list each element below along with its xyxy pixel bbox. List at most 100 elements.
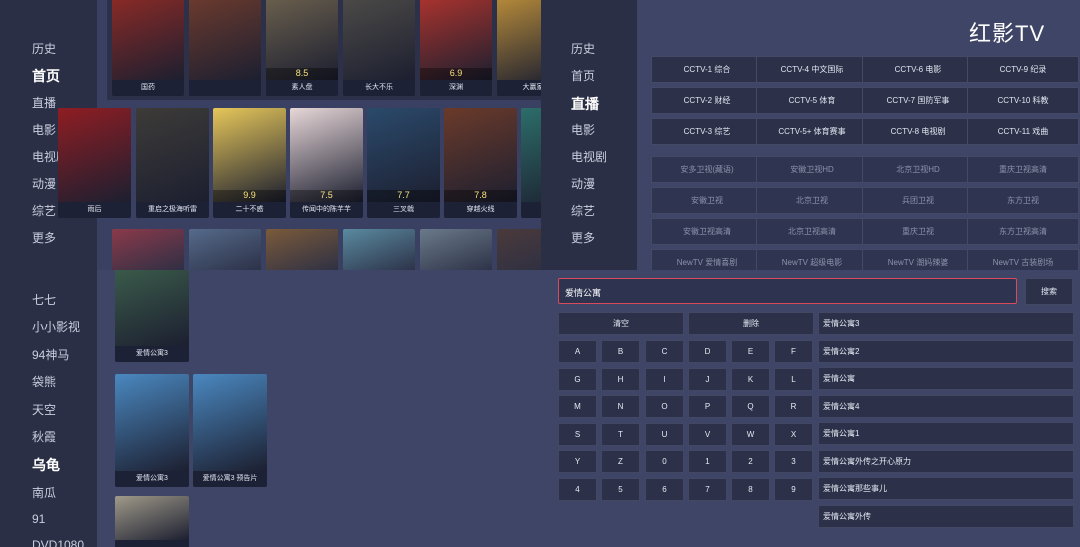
search-query-text: 爱情公寓 (565, 288, 602, 298)
key-4[interactable]: 4 (558, 477, 597, 501)
key-7[interactable]: 7 (688, 477, 727, 501)
local-channel-button[interactable]: 重庆卫视 (862, 218, 974, 245)
suggestion-item[interactable]: 爱情公寓2 (818, 339, 1074, 363)
cctv-channel-button[interactable]: CCTV-3 综艺 (651, 118, 763, 145)
local-channel-button[interactable]: 东方卫视高清 (967, 218, 1079, 245)
suggestion-item[interactable]: 爱情公寓 (818, 367, 1074, 390)
key-9[interactable]: 9 (774, 477, 813, 501)
poster-image (115, 496, 189, 540)
key-l[interactable]: L (774, 367, 813, 391)
search-result-poster-3[interactable] (115, 496, 189, 547)
poster-row3-4[interactable] (420, 229, 492, 270)
search-suggestions: 爱情公寓3 爱情公寓2 爱情公寓 爱情公寓4 爱情公寓1 爱情公寓外传之开心原力 爱情公寓那… (0, 0, 1074, 528)
poster-title: 爱情公寓3 (115, 346, 189, 362)
suggestion-item[interactable]: 爱情公寓外传 (818, 504, 1074, 528)
local-channel-button[interactable]: 北京卫视 (756, 187, 868, 214)
key-b[interactable]: B (601, 340, 640, 363)
local-channel-button[interactable]: 安徽卫视高清 (651, 218, 763, 245)
local-channel-button[interactable]: 安多卫视(藏语) (651, 156, 763, 183)
key-m[interactable]: M (558, 395, 597, 418)
local-channel-button[interactable]: NewTV 潮妈辣婆 (862, 249, 974, 270)
search-result-poster-1[interactable]: 爱情公寓3 (115, 374, 189, 487)
local-channel-button[interactable]: NewTV 超级电影 (756, 249, 868, 270)
poster-row3-0[interactable] (112, 229, 184, 270)
key-s[interactable]: S (558, 422, 597, 446)
poster-image (115, 270, 189, 346)
key-d[interactable]: D (688, 340, 727, 363)
live-panel: 历史 首页 直播 电影 电视剧 动漫 综艺 更多 红影TV CCTV-1 综合 C… (541, 0, 1080, 270)
poster-row-3 (0, 0, 541, 270)
key-z[interactable]: Z (601, 450, 640, 473)
suggestion-item[interactable]: 爱情公寓1 (818, 422, 1074, 445)
cctv-channel-button[interactable]: CCTV-5 体育 (756, 87, 868, 114)
key-3[interactable]: 3 (774, 450, 813, 473)
key-a[interactable]: A (558, 340, 597, 363)
poster-title: 爱情公寓3 预告片 (193, 471, 267, 487)
key-k[interactable]: K (731, 367, 770, 391)
home-panel: 历史 首页 直播 电影 电视剧 动漫 综艺 更多 国药 8.5 素人盘 长大不乐 6.9… (0, 0, 541, 270)
local-channel-button[interactable]: 东方卫视 (967, 187, 1079, 214)
cctv-channel-button[interactable]: CCTV-4 中文国际 (756, 56, 868, 83)
cctv-channel-button[interactable]: CCTV-8 电视剧 (862, 118, 974, 145)
local-channel-button[interactable]: 安徽卫视HD (756, 156, 868, 183)
cctv-channel-button[interactable]: CCTV-10 科教 (967, 87, 1079, 114)
key-t[interactable]: T (601, 422, 640, 446)
local-channel-button[interactable]: 北京卫视HD (862, 156, 974, 183)
key-r[interactable]: R (774, 395, 813, 418)
local-channel-button[interactable]: 兵团卫视 (862, 187, 974, 214)
key-o[interactable]: O (645, 395, 684, 418)
key-h[interactable]: H (601, 367, 640, 391)
cctv-channel-button[interactable]: CCTV-5+ 体育赛事 (756, 118, 868, 145)
search-result-poster-2[interactable]: 爱情公寓3 预告片 (193, 374, 267, 487)
channel-grid: CCTV-1 综合 CCTV-4 中文国际 CCTV-6 电影 CCTV-9 纪录 CC… (541, 0, 1080, 270)
key-p[interactable]: P (688, 395, 727, 418)
key-y[interactable]: Y (558, 450, 597, 473)
poster-row3-1[interactable] (189, 229, 261, 270)
key-2[interactable]: 2 (731, 450, 770, 473)
key-j[interactable]: J (688, 367, 727, 391)
key-v[interactable]: V (688, 422, 727, 446)
poster-row3-2[interactable] (266, 229, 338, 270)
key-w[interactable]: W (731, 422, 770, 446)
key-g[interactable]: G (558, 367, 597, 391)
local-channel-button[interactable]: NewTV 爱情喜剧 (651, 249, 763, 270)
key-c[interactable]: C (645, 340, 684, 363)
key-1[interactable]: 1 (688, 450, 727, 473)
key-8[interactable]: 8 (731, 477, 770, 501)
local-channel-button[interactable]: 重庆卫视高清 (967, 156, 1079, 183)
key-n[interactable]: N (601, 395, 640, 418)
key-q[interactable]: Q (731, 395, 770, 418)
key-x[interactable]: X (774, 422, 813, 446)
cctv-channel-button[interactable]: CCTV-6 电影 (862, 56, 974, 83)
suggestion-item[interactable]: 爱情公寓4 (818, 394, 1074, 418)
suggestion-item[interactable]: 爱情公寓3 (818, 312, 1074, 335)
poster-row3-3[interactable] (343, 229, 415, 270)
key-5[interactable]: 5 (601, 477, 640, 501)
key-u[interactable]: U (645, 422, 684, 446)
cctv-channel-button[interactable]: CCTV-9 纪录 (967, 56, 1079, 83)
search-input[interactable]: 爱情公寓 (558, 278, 1017, 304)
local-channel-button[interactable]: 北京卫视高清 (756, 218, 868, 245)
local-channel-button[interactable]: NewTV 古装剧场 (967, 249, 1079, 270)
source-panel: 七七 小小影视 94神马 袋熊 天空 秋霞 乌龟 南瓜 91 DVD1080 爱… (0, 270, 541, 547)
local-channel-button[interactable]: 安徽卫视 (651, 187, 763, 214)
poster-row3-5[interactable] (497, 229, 541, 270)
poster-title: 爱情公寓3 (115, 471, 189, 487)
key-6[interactable]: 6 (645, 477, 684, 501)
poster-title (115, 540, 189, 547)
key-0[interactable]: 0 (645, 450, 684, 473)
cctv-channel-button[interactable]: CCTV-2 财经 (651, 87, 763, 114)
suggestion-item[interactable]: 爱情公寓那些事儿 (818, 477, 1074, 500)
cctv-channel-button[interactable]: CCTV-1 综合 (651, 56, 763, 83)
key-i[interactable]: I (645, 367, 684, 391)
key-e[interactable]: E (731, 340, 770, 363)
clear-button[interactable]: 清空 (558, 312, 684, 335)
poster-image (115, 374, 189, 471)
suggestion-item[interactable]: 爱情公寓外传之开心原力 (818, 449, 1074, 473)
cctv-channel-button[interactable]: CCTV-7 国防军事 (862, 87, 974, 114)
search-result-poster-0[interactable]: 爱情公寓3 (115, 270, 189, 362)
key-f[interactable]: F (774, 340, 813, 363)
delete-button[interactable]: 删除 (688, 312, 814, 335)
cctv-channel-button[interactable]: CCTV-11 戏曲 (967, 118, 1079, 145)
search-button[interactable]: 搜索 (1025, 278, 1073, 305)
